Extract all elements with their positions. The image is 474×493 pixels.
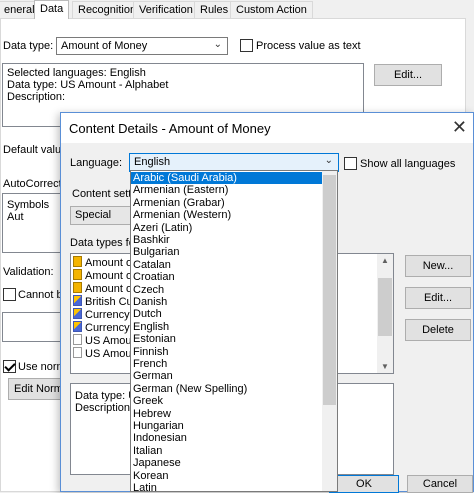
default-value-label: Default value	[3, 144, 68, 156]
data-type-icon	[73, 282, 82, 293]
data-types-scrollbar[interactable]: ▲ ▼	[377, 254, 393, 373]
language-option[interactable]: Bulgarian	[131, 246, 323, 258]
language-option[interactable]: Azeri (Latin)	[131, 222, 323, 234]
language-option[interactable]: Estonian	[131, 333, 323, 345]
data-type-value: Amount of Money	[61, 40, 148, 52]
language-option[interactable]: French	[131, 358, 323, 370]
autocorrect-text: Symbols Aut	[7, 199, 50, 223]
tab-rules[interactable]: Rules	[194, 1, 235, 18]
tab-strip: eneral Data Recognition Verification Rul…	[0, 0, 474, 19]
cannot-be-checkbox[interactable]	[3, 288, 16, 301]
list-item-label: Currency	[85, 309, 130, 321]
validation-label: Validation:	[3, 266, 54, 278]
info-line: Selected languages: English	[7, 67, 146, 79]
scroll-down-icon[interactable]: ▼	[377, 362, 393, 371]
language-option[interactable]: Latin	[131, 482, 323, 491]
list-item[interactable]: Currency	[73, 308, 130, 321]
show-all-languages-checkbox[interactable]	[344, 157, 357, 170]
edit-button[interactable]: Edit...	[374, 64, 442, 86]
language-option[interactable]: Catalan	[131, 259, 323, 271]
language-option[interactable]: Armenian (Eastern)	[131, 184, 323, 196]
list-item-label: British Cur	[85, 296, 137, 308]
validation-box[interactable]	[2, 312, 62, 342]
list-item[interactable]: Currency	[73, 321, 130, 334]
data-type-label: Data type:	[3, 40, 54, 52]
language-option[interactable]: English	[131, 321, 323, 333]
language-list-scrollbar[interactable]	[322, 171, 337, 491]
info-line: Data type: US Amount - Alphabet	[7, 79, 169, 91]
chevron-down-icon: ⌄	[213, 39, 222, 50]
language-option[interactable]: Bashkir	[131, 234, 323, 246]
autocorrect-box: Symbols Aut	[2, 193, 62, 253]
language-option[interactable]: German (New Spelling)	[131, 383, 323, 395]
language-option[interactable]: Korean	[131, 470, 323, 482]
language-option[interactable]: German	[131, 370, 323, 382]
dialog-title-bar: Content Details - Amount of Money ✕	[61, 113, 473, 143]
ok-button[interactable]: OK	[329, 475, 399, 493]
process-value-checkbox[interactable]	[240, 39, 253, 52]
language-option[interactable]: Danish	[131, 296, 323, 308]
language-dropdown-list[interactable]: Latin Korean Japanese Italian Indonesian Hung…	[130, 170, 338, 492]
scroll-up-icon[interactable]: ▲	[377, 256, 393, 265]
data-type-combo[interactable]: Amount of Money ⌄	[56, 37, 228, 55]
language-option[interactable]: Italian	[131, 445, 323, 457]
language-label: Language:	[70, 157, 122, 169]
language-option[interactable]: Japanese	[131, 457, 323, 469]
list-item[interactable]: Amount of	[73, 256, 135, 269]
data-type-icon	[73, 321, 82, 332]
tab-recognition[interactable]: Recognition	[72, 1, 143, 18]
process-value-label: Process value as text	[256, 40, 361, 52]
delete-button[interactable]: Delete	[405, 319, 471, 341]
list-item[interactable]: US Amoun	[73, 347, 138, 360]
close-icon[interactable]: ✕	[452, 117, 467, 138]
language-option[interactable]: Dutch	[131, 308, 323, 320]
data-type-icon	[73, 334, 82, 345]
language-option[interactable]: Hungarian	[131, 420, 323, 432]
language-option[interactable]: Armenian (Western)	[131, 209, 323, 221]
language-option[interactable]: Indonesian	[131, 432, 323, 444]
list-item-label: Amount of	[85, 257, 136, 269]
scroll-thumb[interactable]	[323, 175, 336, 405]
list-item[interactable]: British Cur	[73, 295, 136, 308]
language-option[interactable]: Armenian (Grabar)	[131, 197, 323, 209]
content-settings-value: Special	[75, 209, 112, 221]
data-type-icon	[73, 256, 82, 267]
cancel-button[interactable]: Cancel	[407, 475, 473, 493]
data-type-icon	[73, 269, 82, 280]
use-norm-label: Use norm	[18, 361, 66, 373]
info-line: Description:	[7, 91, 66, 103]
content-settings-label: Content setti	[72, 188, 134, 200]
tab-data[interactable]: Data	[34, 0, 70, 19]
language-option[interactable]: Arabic (Saudi Arabia)	[131, 172, 323, 185]
content-settings-combo[interactable]: Special	[70, 206, 135, 225]
use-norm-checkbox[interactable]	[3, 360, 16, 373]
list-item-label: Amount of	[85, 270, 136, 282]
language-value: English	[134, 156, 171, 168]
dialog-edit-button[interactable]: Edit...	[405, 287, 471, 309]
new-button[interactable]: New...	[405, 255, 471, 277]
language-option[interactable]: Hebrew	[131, 408, 323, 420]
dialog-title: Content Details - Amount of Money	[69, 121, 271, 136]
list-item[interactable]: Amount of	[73, 282, 135, 295]
data-type-icon	[73, 347, 82, 358]
data-type-icon	[73, 295, 82, 306]
data-types-label: Data types for	[70, 237, 139, 249]
chevron-down-icon: ⌄	[324, 155, 333, 166]
list-item-label: Currency	[85, 322, 130, 334]
language-option[interactable]: Greek	[131, 395, 323, 407]
scroll-thumb[interactable]	[378, 278, 392, 336]
tab-custom-action[interactable]: Custom Action	[230, 1, 313, 18]
list-item[interactable]: US Amoun	[73, 334, 138, 347]
language-option[interactable]: Croatian	[131, 271, 323, 283]
list-item[interactable]: Amount of	[73, 269, 135, 282]
language-option[interactable]: Finnish	[131, 346, 323, 358]
language-option[interactable]: Czech	[131, 284, 323, 296]
data-type-icon	[73, 308, 82, 319]
show-all-languages-label: Show all languages	[360, 158, 456, 170]
tab-verification[interactable]: Verification	[133, 1, 199, 18]
list-item-label: Amount of	[85, 283, 136, 295]
